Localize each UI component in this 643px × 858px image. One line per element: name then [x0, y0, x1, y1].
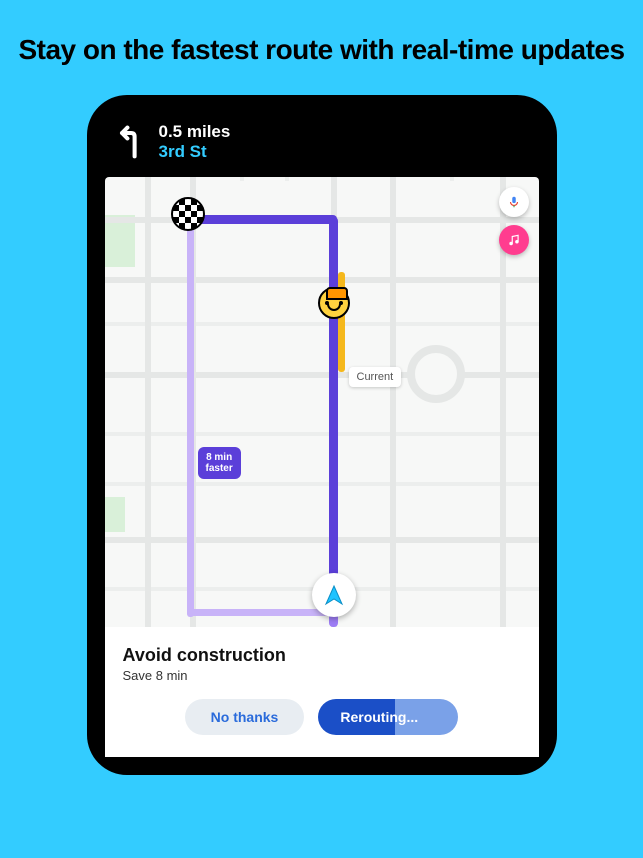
- device-frame: 0.5 miles 3rd St Cur: [87, 95, 557, 775]
- construction-marker-icon[interactable]: [318, 287, 350, 319]
- navigation-instruction-bar: 0.5 miles 3rd St: [105, 113, 539, 177]
- vehicle-cursor: [312, 573, 356, 617]
- faster-route-bubble[interactable]: 8 min faster: [198, 447, 241, 479]
- turn-street: 3rd St: [159, 142, 231, 162]
- map-canvas[interactable]: Current 8 min faster: [105, 177, 539, 627]
- alternate-route-segment: [187, 217, 194, 617]
- destination-flag-icon: [171, 197, 205, 231]
- sheet-subtitle: Save 8 min: [123, 668, 521, 683]
- turn-distance: 0.5 miles: [159, 122, 231, 142]
- sheet-title: Avoid construction: [123, 645, 521, 666]
- current-route-segment: [187, 215, 337, 224]
- roundabout: [407, 345, 465, 403]
- current-route-segment: [329, 217, 338, 617]
- voice-search-button[interactable]: [499, 187, 529, 217]
- navigation-arrow-icon: [322, 583, 346, 607]
- rerouting-button[interactable]: Rerouting...: [318, 699, 458, 735]
- park-area: [105, 497, 125, 532]
- no-thanks-button[interactable]: No thanks: [185, 699, 305, 735]
- turn-left-icon: [113, 124, 149, 160]
- reroute-sheet: Avoid construction Save 8 min No thanks …: [105, 627, 539, 757]
- alternate-route-segment: [187, 609, 337, 616]
- current-route-label: Current: [349, 367, 402, 387]
- marketing-headline: Stay on the fastest route with real-time…: [18, 32, 624, 67]
- microphone-icon: [507, 195, 521, 209]
- music-note-icon: [507, 233, 521, 247]
- music-button[interactable]: [499, 225, 529, 255]
